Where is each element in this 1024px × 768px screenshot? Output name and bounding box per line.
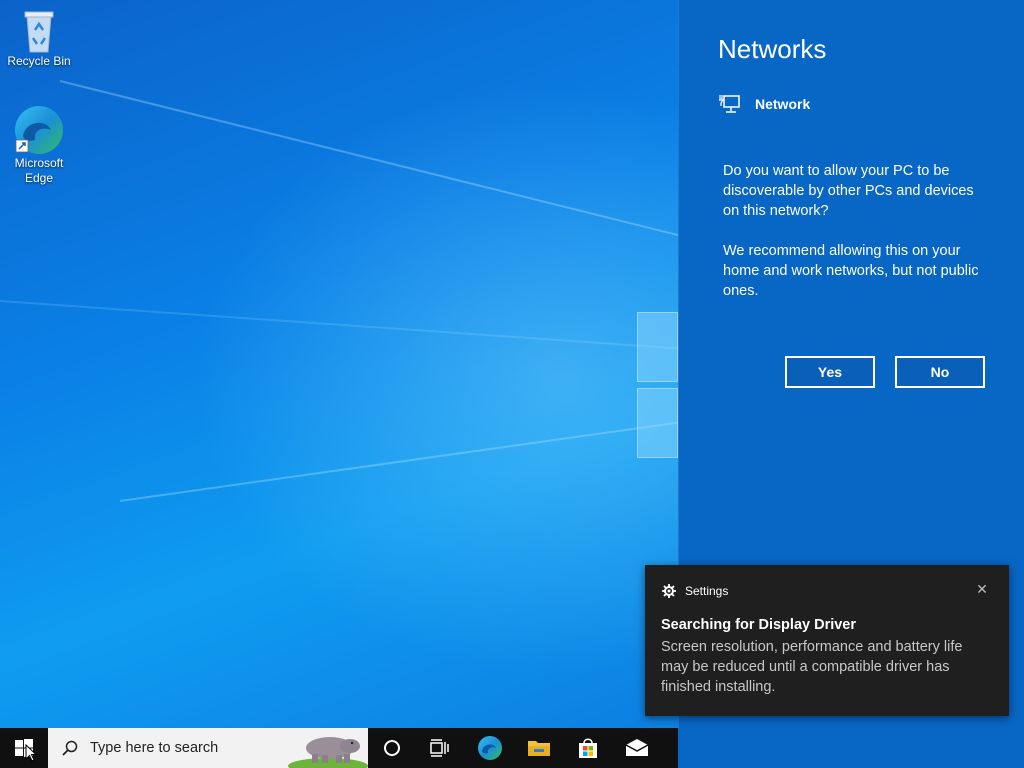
settings-toast[interactable]: Settings ✕ Searching for Display Driver … — [645, 565, 1009, 716]
ethernet-icon — [719, 95, 740, 113]
mail-button[interactable] — [613, 728, 661, 768]
file-explorer-button[interactable] — [515, 728, 563, 768]
mouse-cursor-icon — [25, 744, 37, 762]
search-icon — [62, 740, 78, 756]
no-button[interactable]: No — [895, 356, 985, 388]
wallpaper-beam — [119, 419, 695, 502]
desktop-icon-edge[interactable]: Microsoft Edge — [1, 104, 77, 186]
edge-icon — [15, 106, 63, 154]
taskbar: Type here to search — [0, 728, 1024, 768]
toast-app-row: Settings — [662, 584, 728, 598]
start-button[interactable] — [0, 728, 48, 768]
wallpaper-beam — [59, 80, 740, 252]
close-icon[interactable]: ✕ — [975, 583, 989, 597]
store-icon — [579, 738, 597, 758]
wallpaper-logo-pane — [637, 312, 678, 382]
taskbar-panel-extension — [678, 728, 1024, 768]
search-highlight-hippo-icon — [288, 737, 368, 768]
discovery-question: Do you want to allow your PC to be disco… — [723, 163, 974, 219]
toast-app-name: Settings — [685, 584, 729, 598]
gear-icon — [662, 584, 676, 598]
store-button[interactable] — [564, 728, 612, 768]
taskbar-search-box[interactable]: Type here to search — [48, 728, 368, 768]
network-row: Network — [719, 94, 810, 114]
cortana-button[interactable] — [368, 728, 416, 768]
recycle-bin-icon — [24, 11, 54, 53]
network-name: Network — [755, 96, 811, 112]
yes-button[interactable]: Yes — [785, 356, 875, 388]
toast-body: Screen resolution, performance and batte… — [661, 639, 963, 695]
search-placeholder: Type here to search — [90, 740, 219, 756]
desktop-icon-recycle-bin[interactable]: Recycle Bin — [1, 8, 77, 69]
cortana-circle-icon — [384, 740, 400, 756]
desktop-icon-label: Recycle Bin — [7, 54, 71, 68]
task-view-button[interactable] — [416, 728, 464, 768]
task-view-icon — [430, 739, 449, 757]
toast-title: Searching for Display Driver — [661, 617, 857, 633]
wallpaper-logo-pane — [637, 388, 678, 458]
desktop-icon-label: Microsoft Edge — [14, 156, 64, 185]
discovery-recommendation: We recommend allowing this on your home … — [723, 243, 979, 299]
panel-title: Networks — [718, 34, 827, 64]
folder-icon — [528, 741, 550, 756]
edge-icon — [478, 736, 502, 760]
taskbar-edge-button[interactable] — [466, 728, 514, 768]
mail-icon — [625, 739, 649, 756]
wallpaper-beam — [0, 300, 679, 350]
